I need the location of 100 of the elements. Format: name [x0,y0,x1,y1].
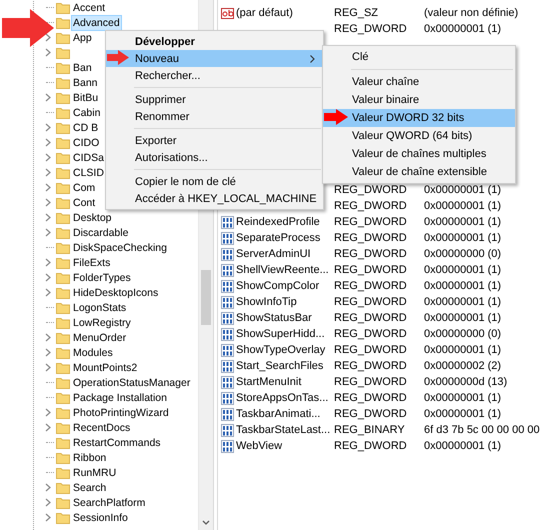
menu-item[interactable]: Clé [323,48,515,66]
expand-chevron-icon[interactable] [45,93,51,102]
value-name[interactable]: SeparateProcess [236,232,334,244]
value-type: REG_DWORD [334,408,408,420]
tree-item[interactable]: DiskSpaceChecking [71,240,169,256]
folder-icon [56,196,70,208]
tree-item[interactable]: App [71,30,94,46]
folder-icon [56,376,70,388]
binary-value-icon [221,408,234,420]
folder-icon [56,226,70,238]
value-name[interactable]: ShowStatusBar [236,312,334,324]
tree-item[interactable]: RunMRU [71,464,118,480]
menu-item[interactable]: Autorisations... [106,149,323,166]
scrollbar-thumb[interactable] [201,270,211,325]
value-data: 6f d3 7b 5c 00 00 00 00 [424,424,540,436]
menu-item[interactable]: Accéder à HKEY_LOCAL_MACHINE [106,190,323,207]
menu-item[interactable]: Rechercher... [106,67,323,84]
tree-item[interactable]: Cont [71,194,98,210]
menu-item[interactable]: Valeur de chaînes multiples [323,145,515,163]
folder-icon [56,106,70,118]
folder-icon [56,272,70,284]
tree-item[interactable]: FileExts [71,254,112,270]
value-type: REG_DWORD [334,23,408,35]
menu-item[interactable]: Nouveau [106,50,323,67]
tree-item[interactable]: Desktop [71,210,114,226]
menu-item[interactable]: Développer [106,33,323,50]
folder-icon [56,332,70,344]
menu-item[interactable]: Copier le nom de clé [106,173,323,190]
menu-item[interactable]: Supprimer [106,91,323,108]
value-type: REG_DWORD [334,376,408,388]
folder-icon [56,496,70,508]
value-name[interactable]: Start_SearchFiles [236,360,334,372]
binary-value-icon [221,440,234,452]
folder-icon [56,392,70,404]
folder-icon [56,92,70,104]
tree-item[interactable]: PhotoPrintingWizard [71,404,171,420]
menu-item[interactable]: Valeur binaire [323,91,515,109]
tree-item[interactable]: CLSID [71,164,106,180]
folder-icon [56,466,70,478]
tree-item[interactable]: OperationStatusManager [71,374,192,390]
down-caret-icon[interactable] [202,520,210,526]
menu-item[interactable]: Valeur QWORD (64 bits) [323,127,515,145]
menu-item[interactable]: Valeur DWORD 32 bits [323,109,515,127]
value-name[interactable]: ReindexedProfile [236,216,334,228]
value-name[interactable]: TaskbarAnimati... [236,408,334,420]
menu-item[interactable]: Valeur de chaîne extensible [323,163,515,181]
value-data: 0x00000001 (1) [424,344,502,356]
value-name[interactable]: ServerAdminUI [236,248,334,260]
tree-item[interactable]: SearchPlatform [71,494,148,510]
tree-item[interactable]: LowRegistry [71,314,133,330]
tree-item[interactable]: BitBu [71,90,100,106]
value-type: REG_DWORD [334,232,408,244]
value-name[interactable]: ShowTypeOverlay [236,344,334,356]
tree-item[interactable]: Advanced [71,14,122,30]
tree-item[interactable]: LogonStats [71,300,128,316]
value-data: 0x00000001 (1) [424,264,502,276]
tree-item[interactable]: Discardable [71,224,130,240]
value-type: REG_DWORD [334,392,408,404]
tree-item[interactable]: FolderTypes [71,270,133,286]
folder-icon [56,362,70,374]
folder-icon [56,436,70,448]
value-name[interactable]: ShowSuperHidd... [236,328,334,340]
tree-item[interactable]: Bann [71,74,100,90]
tree-item[interactable]: SessionInfo [71,510,130,526]
tree-item[interactable]: Com [71,180,98,196]
tree-item[interactable]: CIDSa [71,150,106,166]
folder-icon [56,152,70,164]
tree-item[interactable]: CIDO [71,134,102,150]
tree-item[interactable]: Modules [71,344,115,360]
value-name[interactable]: StartMenuInit [236,376,334,388]
folder-icon [56,212,70,224]
menu-item[interactable]: Valeur chaîne [323,73,515,91]
value-name[interactable]: (par défaut) [236,7,334,19]
folder-icon [56,346,70,358]
tree-item[interactable]: Cabin [71,104,102,120]
tree-item[interactable]: MenuOrder [71,330,128,346]
tree-item[interactable]: RecentDocs [71,420,132,436]
folder-icon [56,122,70,134]
folder-icon [56,286,70,298]
binary-value-icon [221,392,234,404]
tree-item[interactable]: Accent [71,0,108,16]
value-name[interactable]: WebView [236,440,334,452]
value-name[interactable]: ShellViewReente... [236,264,334,276]
value-name[interactable]: ShowCompColor [236,280,334,292]
tree-item[interactable]: Ribbon [71,450,108,466]
tree-item[interactable]: HideDesktopIcons [71,284,160,300]
menu-item[interactable]: Renommer [106,108,323,125]
tree-item[interactable]: Search [71,480,108,496]
value-type: REG_DWORD [334,344,408,356]
tree-item[interactable]: Package Installation [71,390,169,406]
tree-item[interactable]: CD B [71,120,100,136]
folder-icon [56,452,70,464]
value-name[interactable]: StoreAppsOnTas... [236,392,334,404]
value-name[interactable]: TaskbarStateLast... [236,424,334,436]
tree-item[interactable]: RestartCommands [71,434,163,450]
tree-item[interactable]: MountPoints2 [71,360,140,376]
value-name[interactable]: ShowInfoTip [236,296,334,308]
binary-value-icon [221,248,234,260]
menu-item[interactable]: Exporter [106,132,323,149]
tree-item[interactable]: Ban [71,60,94,76]
